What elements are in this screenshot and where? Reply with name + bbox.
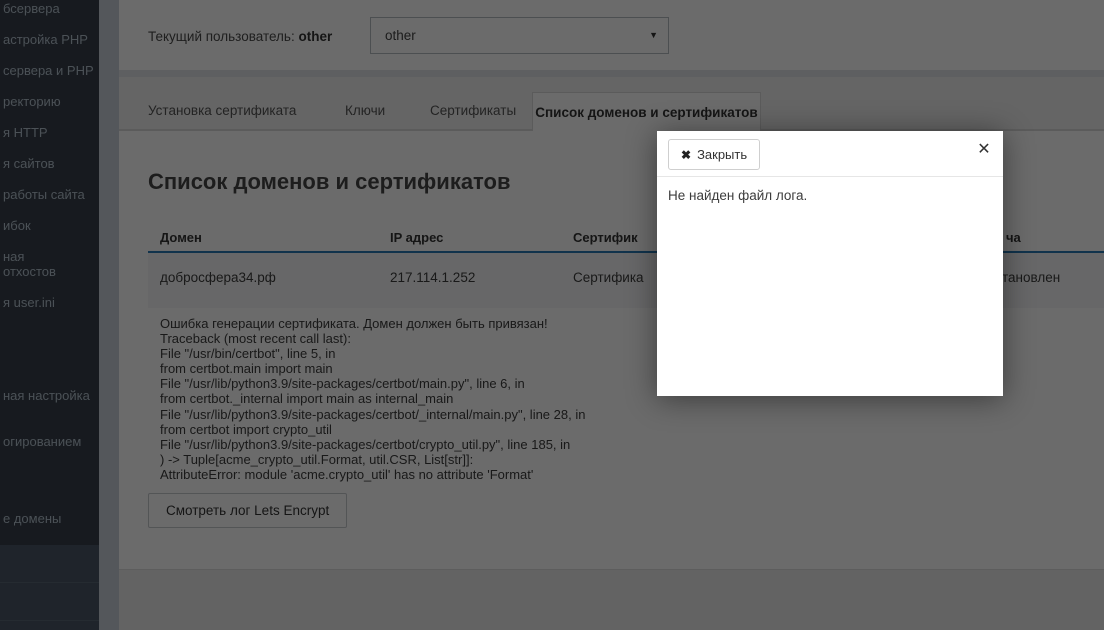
modal-corner-close-icon[interactable]: ✕: [974, 140, 994, 160]
modal-close-button-label: Закрыть: [697, 147, 747, 162]
modal-header: ✖ Закрыть ✕: [657, 131, 1003, 177]
modal-close-button[interactable]: ✖ Закрыть: [668, 139, 760, 170]
log-modal: ✖ Закрыть ✕ Не найден файл лога.: [657, 131, 1003, 396]
close-x-icon: ✖: [681, 148, 691, 162]
app-window: бсервера астройка PHP сервера и PHP рект…: [0, 0, 1104, 630]
modal-message: Не найден файл лога.: [657, 177, 1003, 214]
